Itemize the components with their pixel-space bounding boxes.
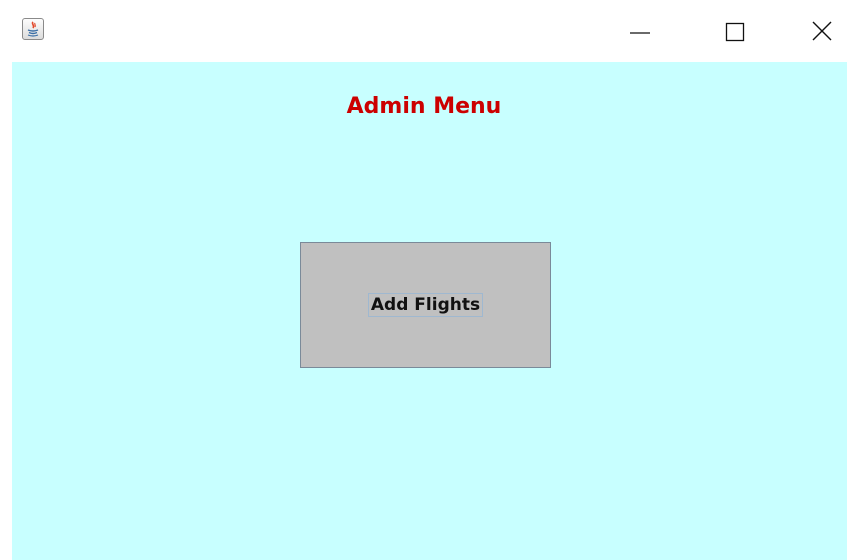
close-button[interactable] <box>800 12 846 48</box>
add-flights-button[interactable]: Add Flights <box>300 242 551 368</box>
page-title: Admin Menu <box>346 94 502 119</box>
minimize-button[interactable] <box>617 12 663 48</box>
admin-menu-panel: Admin Menu Add Flights <box>12 62 847 560</box>
close-icon <box>812 21 832 41</box>
application-window: Admin Menu Add Flights <box>0 0 847 560</box>
add-flights-label: Add Flights <box>367 293 484 317</box>
maximize-icon <box>725 22 745 42</box>
java-icon[interactable] <box>22 18 44 40</box>
minimize-icon <box>630 32 650 34</box>
title-bar[interactable] <box>0 0 847 62</box>
maximize-button[interactable] <box>712 12 758 48</box>
